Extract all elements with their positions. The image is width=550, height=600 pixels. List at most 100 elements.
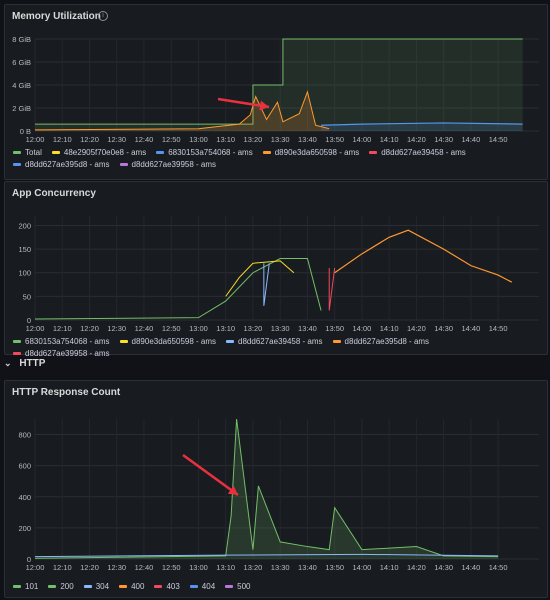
y-tick-label: 600	[18, 462, 31, 471]
legend-item[interactable]: d8dd627ae395d8 - ams	[13, 159, 110, 171]
http-response-count-panel: HTTP Response Count 0 200 400 600 800 12:00 12…	[4, 380, 548, 598]
legend-label: d8dd627ae39958 - ams	[131, 160, 217, 169]
x-tick-label: 13:30	[271, 324, 290, 333]
memory-legend: Total 48e2905f70e0e8 - ams 6830153a754068 …	[13, 147, 541, 171]
legend-swatch	[48, 585, 57, 589]
legend-item[interactable]: 500	[225, 581, 251, 593]
section-row-http[interactable]: ⌄ HTTP	[4, 358, 204, 374]
legend-item[interactable]: 6830153a754068 - ams	[13, 336, 110, 348]
legend-item[interactable]: d8dd627ae39958 - ams	[119, 159, 217, 171]
x-tick-label: 14:00	[353, 135, 372, 144]
x-tick-label: 14:00	[353, 324, 372, 333]
legend-label: 200	[60, 582, 74, 591]
x-tick-label: 12:50	[162, 135, 181, 144]
x-tick-label: 12:20	[80, 135, 99, 144]
x-tick-label: 13:10	[216, 324, 235, 333]
legend-swatch	[13, 340, 21, 344]
legend-item[interactable]: 403	[154, 581, 180, 593]
legend-label: d8dd627ae39458 - ams	[381, 148, 466, 157]
x-tick-label: 14:40	[462, 135, 481, 144]
legend-label: Total	[25, 148, 42, 157]
y-tick-label: 200	[18, 221, 31, 230]
x-tick-label: 12:30	[107, 324, 126, 333]
series-line[interactable]	[263, 263, 270, 306]
x-tick-label: 13:50	[325, 324, 344, 333]
x-tick-label: 14:40	[462, 563, 481, 572]
legend-label: d890e3da650598 - ams	[131, 337, 217, 346]
legend-item[interactable]: 304	[83, 581, 110, 593]
x-tick-label: 12:40	[135, 563, 154, 572]
x-tick-label: 12:50	[162, 324, 181, 333]
section-title: HTTP	[19, 358, 46, 369]
legend-swatch	[189, 585, 198, 589]
memory-chart[interactable]: 0 B2 GiB4 GiB6 GiB8 GiB12:00 12:10 12:20 12…	[5, 5, 547, 145]
legend-label: 304	[95, 582, 110, 591]
x-tick-label: 14:30	[434, 563, 453, 572]
legend-item[interactable]: 48e2905f70e0e8 - ams	[51, 147, 146, 159]
legend-label: d890e3da650598 - ams	[274, 148, 360, 157]
x-tick-label: 13:30	[271, 563, 290, 572]
legend-label: 101	[25, 582, 39, 591]
y-tick-label: 200	[18, 524, 31, 533]
y-tick-label: 50	[23, 292, 31, 301]
x-tick-label: 12:40	[135, 135, 154, 144]
legend-label: d8dd627ae39958 - ams	[25, 349, 110, 358]
legend-item[interactable]: d8dd627ae39458 - ams	[369, 147, 466, 159]
legend-item[interactable]: d890e3da650598 - ams	[262, 147, 360, 159]
x-tick-label: 14:20	[407, 563, 426, 572]
x-tick-label: 13:40	[298, 135, 317, 144]
legend-swatch	[369, 151, 378, 155]
legend-item[interactable]: 400	[119, 581, 144, 593]
x-tick-label: 13:50	[325, 563, 344, 572]
x-tick-label: 14:00	[353, 563, 372, 572]
x-tick-label: 14:20	[407, 135, 426, 144]
x-tick-label: 13:50	[325, 135, 344, 144]
series-line[interactable]	[34, 258, 322, 320]
legend-label: 500	[237, 582, 251, 591]
legend-label: 400	[131, 582, 145, 591]
legend-swatch	[13, 163, 21, 167]
legend-item[interactable]: d8dd627ae39458 - ams	[226, 336, 323, 348]
legend-item[interactable]: d8dd627ae395d8 - ams	[332, 336, 429, 348]
y-tick-label: 400	[18, 493, 31, 502]
legend-item[interactable]: 101	[13, 581, 38, 593]
legend-item[interactable]: 200	[48, 581, 74, 593]
chevron-down-icon[interactable]: ⌄	[4, 358, 12, 369]
x-tick-label: 12:20	[80, 563, 99, 572]
x-tick-label: 14:30	[434, 324, 453, 333]
x-tick-label: 14:50	[489, 324, 508, 333]
legend-swatch	[262, 151, 271, 155]
x-tick-label: 13:00	[189, 135, 208, 144]
legend-swatch	[332, 340, 341, 344]
x-tick-label: 12:50	[162, 563, 181, 572]
y-tick-label: 150	[18, 245, 31, 254]
x-tick-label: 13:00	[189, 563, 208, 572]
series-line[interactable]	[334, 229, 513, 283]
x-tick-label: 12:30	[107, 563, 126, 572]
x-tick-label: 13:30	[271, 135, 290, 144]
x-tick-label: 14:30	[434, 135, 453, 144]
x-tick-label: 12:10	[53, 324, 72, 333]
legend-item[interactable]: 6830153a754068 - ams	[156, 147, 253, 159]
x-tick-label: 14:10	[380, 324, 399, 333]
legend-item[interactable]: d890e3da650598 - ams	[119, 336, 217, 348]
y-tick-label: 800	[18, 431, 31, 440]
x-tick-label: 13:20	[244, 324, 263, 333]
x-tick-label: 13:20	[244, 563, 263, 572]
concurrency-chart[interactable]: 05010015020012:00 12:10 12:20 12:30 12:40 12:…	[5, 182, 547, 334]
series-line[interactable]	[328, 267, 336, 311]
legend-swatch	[225, 585, 234, 589]
y-tick-label: 100	[18, 269, 31, 278]
http-chart[interactable]: 020040060080012:00 12:10 12:20 12:30 12:40 12…	[5, 381, 547, 581]
legend-swatch	[156, 151, 165, 155]
x-tick-label: 13:10	[216, 135, 235, 144]
x-tick-label: 14:10	[380, 563, 399, 572]
legend-item[interactable]: Total	[13, 147, 42, 159]
x-tick-label: 12:40	[135, 324, 154, 333]
legend-label: 6830153a754068 - ams	[168, 148, 253, 157]
legend-label: 404	[201, 582, 216, 591]
memory-utilization-panel: Memory Utilization i 0 B2 GiB 4 GiB 6 GiB 8…	[4, 4, 548, 180]
y-tick-label: 6 GiB	[12, 58, 31, 67]
legend-item[interactable]: 404	[189, 581, 216, 593]
x-tick-label: 12:10	[53, 135, 72, 144]
